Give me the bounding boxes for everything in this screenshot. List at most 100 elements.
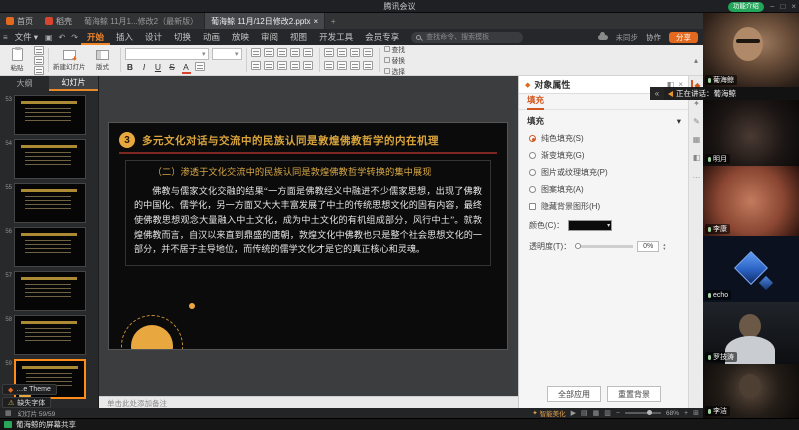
- search-input[interactable]: [424, 33, 516, 42]
- font-color-button[interactable]: A: [181, 62, 192, 73]
- ribbon-tab-insert[interactable]: 插入: [110, 29, 139, 45]
- table-icon[interactable]: [363, 48, 373, 57]
- doc-tab-2[interactable]: 葡海鲸 11月/12日修改2.pptx ×: [205, 13, 325, 29]
- beautify-button[interactable]: ✦ 智能美化: [532, 408, 565, 418]
- participant-video-3[interactable]: 李康: [703, 166, 799, 236]
- fit-screen-icon[interactable]: ⊞: [693, 409, 699, 417]
- align-right-icon[interactable]: [277, 48, 287, 57]
- zoom-out-icon[interactable]: −: [616, 410, 620, 417]
- ribbon-tab-developer[interactable]: 开发工具: [313, 29, 359, 45]
- layout-button[interactable]: 版式: [90, 50, 116, 71]
- tab-outline[interactable]: 大纲: [0, 76, 49, 91]
- option-hide-background[interactable]: 隐藏背景图形(H): [519, 198, 689, 215]
- wps-tab-home[interactable]: 首页: [0, 13, 39, 29]
- slide-text-box[interactable]: （二）渗透于文化交流中的民族认同是敦煌佛教哲学转换的集中展现 佛教与儒家文化交融…: [125, 160, 491, 266]
- option-gradient-fill[interactable]: 渐变填充(G): [519, 147, 689, 164]
- text-box-icon[interactable]: [324, 48, 334, 57]
- command-search[interactable]: [411, 32, 523, 43]
- ribbon-tab-transition[interactable]: 切换: [168, 29, 197, 45]
- play-button[interactable]: ▶: [571, 409, 576, 417]
- slide-thumbnail[interactable]: [14, 183, 86, 223]
- paste-button[interactable]: 粘贴: [4, 48, 30, 72]
- file-menu-button[interactable]: 文件 ▾: [11, 31, 42, 43]
- layout-strip-icon[interactable]: ▦: [691, 134, 702, 145]
- picture-icon[interactable]: [337, 48, 347, 57]
- doc-tab-1[interactable]: 葡海鲸 11月1...修改2（最新版）: [78, 13, 205, 29]
- slide-thumbnail[interactable]: [14, 271, 86, 311]
- chart-icon[interactable]: [324, 61, 334, 70]
- shape-icon[interactable]: [350, 48, 360, 57]
- cut-icon[interactable]: [34, 46, 44, 55]
- slide-thumbnail[interactable]: [14, 95, 86, 135]
- underline-button[interactable]: U: [153, 62, 164, 73]
- align-left-icon[interactable]: [251, 48, 261, 57]
- sorter-view-icon[interactable]: ▦: [593, 409, 600, 417]
- ribbon-tab-start[interactable]: 开始: [81, 29, 110, 45]
- symbol-icon[interactable]: [363, 61, 373, 70]
- option-solid-fill[interactable]: 纯色填充(S): [519, 130, 689, 147]
- numbered-list-icon[interactable]: [264, 61, 274, 70]
- option-pattern-fill[interactable]: 图案填充(A): [519, 181, 689, 198]
- redo-icon[interactable]: ↷: [71, 33, 78, 42]
- slide-canvas-area[interactable]: 3 多元文化对话与交流中的民族认同是敦煌佛教哲学的内在机理 （二）渗透于文化交流…: [99, 76, 518, 396]
- fill-section-header[interactable]: 填充 ▾: [519, 110, 689, 130]
- save-icon[interactable]: ▣: [45, 33, 53, 42]
- participant-video-4[interactable]: echo: [703, 236, 799, 302]
- undo-icon[interactable]: ↶: [59, 33, 66, 42]
- color-swatch-dropdown[interactable]: ▾: [568, 220, 612, 231]
- copy-icon[interactable]: [34, 56, 44, 65]
- maximize-icon[interactable]: □: [780, 1, 785, 12]
- normal-view-icon[interactable]: ▤: [581, 409, 588, 417]
- slide-thumbnail[interactable]: [14, 315, 86, 355]
- missing-font-toast[interactable]: ⚠ 缺失字体: [2, 397, 51, 408]
- ribbon-tab-design[interactable]: 设计: [139, 29, 168, 45]
- close-icon[interactable]: ×: [791, 1, 796, 12]
- font-size-combo[interactable]: ▾: [212, 48, 242, 60]
- columns-icon[interactable]: [303, 48, 313, 57]
- edit-strip-icon[interactable]: ✎: [691, 116, 702, 127]
- ribbon-tab-review[interactable]: 审阅: [255, 29, 284, 45]
- new-slide-button[interactable]: 新建幻灯片: [53, 50, 86, 71]
- zoom-slider[interactable]: [625, 412, 661, 414]
- zoom-in-icon[interactable]: +: [684, 410, 688, 417]
- reading-view-icon[interactable]: ▥: [604, 409, 611, 417]
- font-family-combo[interactable]: ▾: [125, 48, 209, 60]
- slide-thumbnail[interactable]: [14, 139, 86, 179]
- tab-close-icon[interactable]: ×: [314, 17, 319, 26]
- participant-video-2[interactable]: 明月: [703, 100, 799, 166]
- ribbon-tab-view[interactable]: 视图: [284, 29, 313, 45]
- wps-tab-docer[interactable]: 稻壳: [39, 13, 78, 29]
- arrange-icon[interactable]: [337, 61, 347, 70]
- highlight-icon[interactable]: [195, 62, 205, 71]
- apply-all-button[interactable]: 全部应用: [547, 386, 601, 402]
- resource-strip-icon[interactable]: ◧: [691, 152, 702, 163]
- feature-button[interactable]: 功能介绍: [728, 2, 764, 12]
- replace-button[interactable]: 替换: [384, 55, 406, 65]
- participant-video-5[interactable]: 罗技涛: [703, 302, 799, 364]
- slide-title[interactable]: 多元文化对话与交流中的民族认同是敦煌佛教哲学的内在机理: [142, 133, 439, 148]
- strikethrough-button[interactable]: S: [167, 62, 178, 73]
- bold-button[interactable]: B: [125, 62, 136, 73]
- ribbon-collapse-icon[interactable]: ▴: [688, 56, 704, 65]
- more-strip-icon[interactable]: …: [691, 170, 702, 181]
- text-direction-icon[interactable]: [303, 61, 313, 70]
- ribbon-tab-member[interactable]: 会员专享: [359, 29, 405, 45]
- collapse-panel-button[interactable]: «: [650, 87, 664, 100]
- zoom-slider-knob[interactable]: [647, 410, 652, 415]
- transparency-value[interactable]: 0%: [637, 241, 659, 252]
- justify-icon[interactable]: [290, 48, 300, 57]
- ribbon-tab-slideshow[interactable]: 放映: [226, 29, 255, 45]
- find-button[interactable]: 查找: [384, 44, 406, 54]
- italic-button[interactable]: I: [139, 62, 150, 73]
- cooperate-button[interactable]: 协作: [646, 32, 661, 43]
- stepper-icon[interactable]: ▴ ▾: [663, 243, 665, 251]
- share-button[interactable]: 分享: [669, 32, 698, 43]
- format-painter-icon[interactable]: [34, 66, 44, 75]
- participant-video-1[interactable]: 葡海鲸: [703, 13, 799, 87]
- line-spacing-icon[interactable]: [277, 61, 287, 70]
- reset-background-button[interactable]: 重置背景: [607, 386, 661, 402]
- minimize-icon[interactable]: −: [770, 1, 775, 12]
- bullet-list-icon[interactable]: [251, 61, 261, 70]
- ribbon-tab-animation[interactable]: 动画: [197, 29, 226, 45]
- align-center-icon[interactable]: [264, 48, 274, 57]
